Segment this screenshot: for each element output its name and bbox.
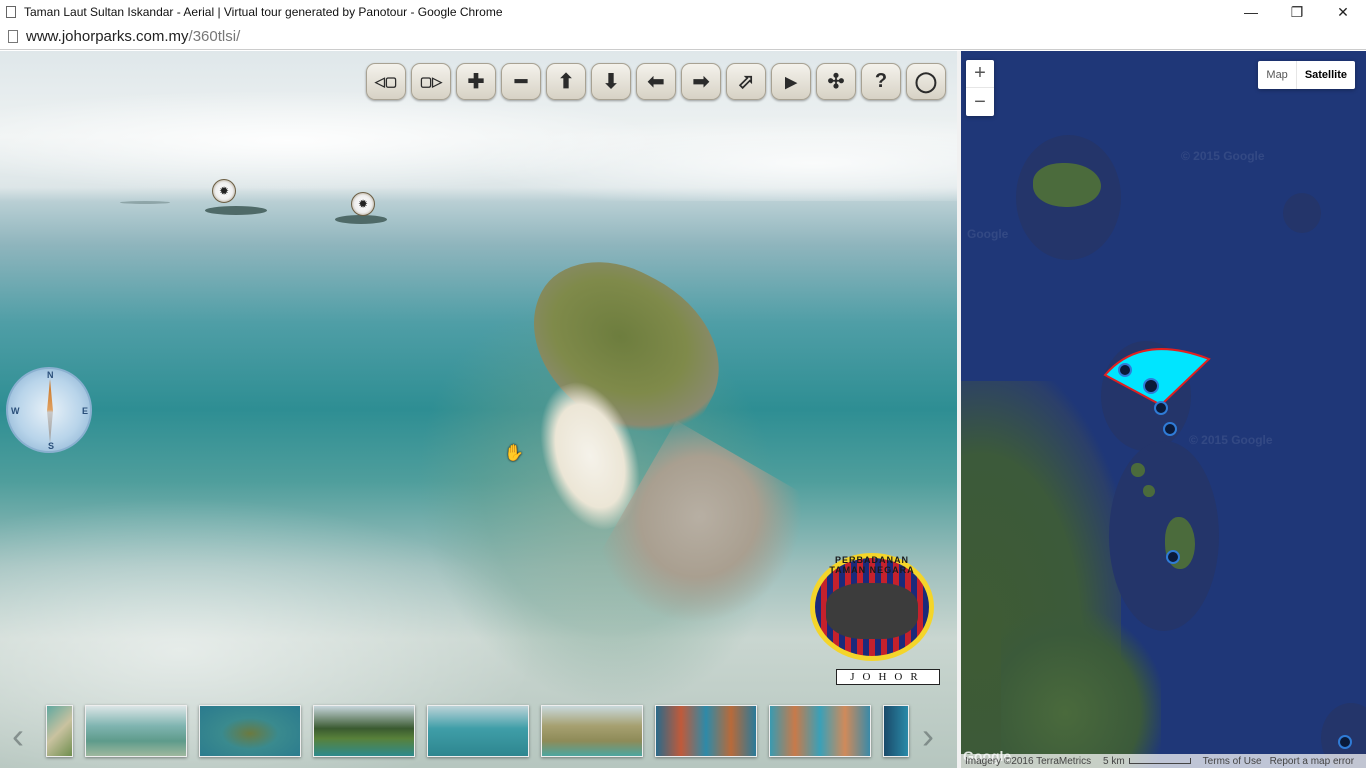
thumbnail[interactable] bbox=[313, 705, 415, 757]
url-host: www.johorparks.com.my bbox=[26, 28, 189, 45]
map-type-control: Map Satellite bbox=[1258, 61, 1355, 89]
map-footer: Imagery ©2016 TerraMetrics 5 km Terms of… bbox=[961, 754, 1366, 768]
restore-button[interactable]: ❐ bbox=[1274, 0, 1320, 24]
map-imagery-credit: Imagery ©2016 TerraMetrics bbox=[965, 755, 1092, 767]
zoom-out-button[interactable]: ━ bbox=[501, 63, 541, 100]
thumb-next-arrow-icon[interactable]: › bbox=[922, 715, 934, 757]
window-title-bar: Taman Laut Sultan Iskandar - Aerial | Vi… bbox=[0, 0, 1366, 24]
thumb-prev-arrow-icon[interactable]: ‹ bbox=[12, 715, 24, 757]
compass-north: N bbox=[47, 370, 54, 380]
distant-island bbox=[335, 215, 387, 224]
compass-west: W bbox=[11, 406, 20, 416]
map-zoom-out-button[interactable]: − bbox=[966, 88, 994, 116]
map-watermark: © 2015 Google bbox=[1181, 149, 1265, 163]
map-watermark-short: Google bbox=[967, 227, 1009, 241]
hotspot-pano-link[interactable]: ✹ bbox=[212, 179, 236, 203]
map-terms-link[interactable]: Terms of Use bbox=[1199, 756, 1266, 767]
map-zoom-in-button[interactable]: + bbox=[966, 60, 994, 88]
reef-shoal bbox=[1283, 193, 1321, 233]
distant-island bbox=[205, 206, 267, 215]
map-type-satellite-button[interactable]: Satellite bbox=[1295, 61, 1355, 89]
thumbnail[interactable] bbox=[199, 705, 301, 757]
map-report-error-link[interactable]: Report a map error bbox=[1266, 756, 1358, 767]
zoom-in-button[interactable]: ✚ bbox=[456, 63, 496, 100]
prev-pano-button[interactable]: ◁▢ bbox=[366, 63, 406, 100]
thumbnail-strip: ‹ › bbox=[0, 703, 957, 765]
panorama-viewer[interactable]: ◁▢ ▢▷ ✚ ━ ⬆ ⬇ ⬅ ➡ ⬀ ▶ ✣ ? ◯ ✹ ✹ N S E W … bbox=[0, 51, 957, 768]
map-zoom-control: + − bbox=[966, 60, 994, 116]
hand-cursor-icon: ✋ bbox=[504, 445, 524, 462]
compass-east: E bbox=[82, 406, 89, 416]
map-pano-marker[interactable] bbox=[1166, 550, 1180, 564]
perbadanan-taman-negara-johor-logo: PERBADANAN TAMAN NEGARA JOHOR bbox=[796, 547, 948, 689]
map-watermark: © 2015 Google bbox=[1189, 433, 1273, 447]
field-of-view-cone bbox=[1103, 348, 1211, 407]
map-scale-bar bbox=[1128, 758, 1191, 764]
fov-wedge bbox=[1103, 348, 1211, 407]
logo-arc-text: PERBADANAN TAMAN NEGARA bbox=[829, 555, 915, 575]
thumbnail[interactable] bbox=[883, 705, 909, 757]
thumbnail[interactable] bbox=[85, 705, 187, 757]
map-pano-marker[interactable] bbox=[1154, 401, 1168, 415]
window-title: Taman Laut Sultan Iskandar - Aerial | Vi… bbox=[24, 5, 503, 19]
page-icon bbox=[6, 6, 16, 18]
autorotate-button[interactable]: ▶ bbox=[771, 63, 811, 100]
mainland-coast bbox=[1001, 611, 1161, 768]
move-down-button[interactable]: ⬇ bbox=[591, 63, 631, 100]
close-button[interactable]: ✕ bbox=[1320, 0, 1366, 24]
help-button[interactable]: ? bbox=[861, 63, 901, 100]
compass-needle-icon bbox=[47, 379, 53, 443]
map-island bbox=[1143, 485, 1155, 497]
compass: N S E W bbox=[6, 367, 92, 453]
map-island bbox=[1131, 463, 1145, 477]
fullscreen-button[interactable]: ✣ bbox=[816, 63, 856, 100]
move-up-button[interactable]: ⬆ bbox=[546, 63, 586, 100]
logo-tapir bbox=[826, 583, 918, 639]
minimize-button[interactable]: — bbox=[1228, 0, 1274, 24]
thumbnail[interactable] bbox=[46, 705, 73, 757]
map-pano-marker[interactable] bbox=[1163, 422, 1177, 436]
distant-island bbox=[120, 201, 170, 204]
projection-button[interactable]: ◯ bbox=[906, 63, 946, 100]
thumbnail[interactable] bbox=[541, 705, 643, 757]
thumbnail[interactable] bbox=[427, 705, 529, 757]
compass-south: S bbox=[48, 441, 55, 451]
map-scale-label[interactable]: 5 km bbox=[1099, 756, 1129, 767]
hotspot-pano-link[interactable]: ✹ bbox=[351, 192, 375, 216]
map-pano-marker[interactable] bbox=[1338, 735, 1352, 749]
url-path: /360tlsi/ bbox=[188, 28, 241, 45]
reef-shoal bbox=[1109, 441, 1219, 631]
thumbnail[interactable] bbox=[769, 705, 871, 757]
thumbnail[interactable] bbox=[655, 705, 757, 757]
viewer-toolbar: ◁▢ ▢▷ ✚ ━ ⬆ ⬇ ⬅ ➡ ⬀ ▶ ✣ ? ◯ bbox=[366, 63, 946, 100]
move-left-button[interactable]: ⬅ bbox=[636, 63, 676, 100]
map-type-map-button[interactable]: Map bbox=[1258, 61, 1295, 89]
move-right-button[interactable]: ➡ bbox=[681, 63, 721, 100]
map-pano-marker-active[interactable] bbox=[1143, 378, 1159, 394]
next-pano-button[interactable]: ▢▷ bbox=[411, 63, 451, 100]
logo-plate: JOHOR bbox=[836, 669, 940, 685]
satellite-map[interactable]: © 2015 Google © 2015 Google Google + − M… bbox=[961, 51, 1366, 768]
page-info-icon[interactable] bbox=[8, 30, 18, 43]
map-island bbox=[1033, 163, 1101, 207]
hide-controls-button[interactable]: ⬀ bbox=[726, 63, 766, 100]
address-bar[interactable]: www.johorparks.com.my /360tlsi/ bbox=[0, 24, 1366, 50]
map-pano-marker[interactable] bbox=[1118, 363, 1132, 377]
window-controls: — ❐ ✕ bbox=[1228, 0, 1366, 24]
